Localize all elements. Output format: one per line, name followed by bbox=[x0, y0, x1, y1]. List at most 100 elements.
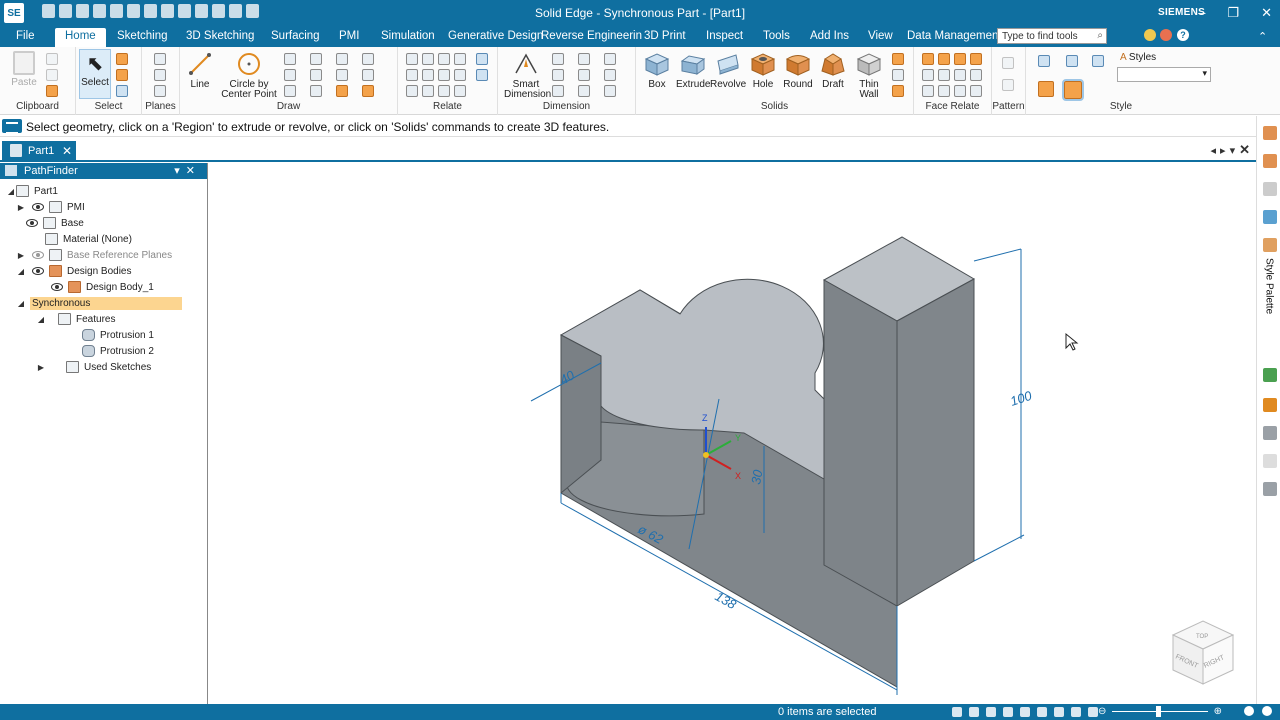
face-equal-radius-icon[interactable] bbox=[938, 85, 950, 97]
style-palette-icon[interactable] bbox=[1263, 238, 1277, 252]
ribbon-collapse-icon[interactable]: ⌃ bbox=[1258, 30, 1267, 43]
record-icon[interactable] bbox=[1244, 706, 1254, 716]
view-style-2-icon[interactable] bbox=[1066, 55, 1078, 67]
tangent-icon[interactable] bbox=[406, 69, 418, 81]
tab-tools[interactable]: Tools bbox=[763, 30, 790, 42]
tab-reverse-engineering[interactable]: Reverse Engineerin bbox=[541, 30, 642, 42]
face-offset-icon[interactable] bbox=[954, 69, 966, 81]
settings-gear-icon[interactable] bbox=[1263, 482, 1277, 496]
tab-generative-design[interactable]: Generative Design bbox=[448, 30, 543, 42]
dimension-height-label[interactable]: 100 bbox=[1008, 388, 1034, 409]
construction-icon[interactable] bbox=[362, 85, 374, 97]
tree-node-protrusion-2[interactable]: Protrusion 2 bbox=[82, 343, 154, 359]
pan-icon[interactable] bbox=[1003, 707, 1013, 717]
angular-coordinate-icon[interactable] bbox=[578, 69, 590, 81]
plane-offset-icon[interactable] bbox=[154, 69, 166, 81]
cut-icon[interactable] bbox=[46, 53, 58, 65]
key-icon[interactable] bbox=[1263, 398, 1277, 412]
tab-add-ins[interactable]: Add Ins bbox=[810, 30, 849, 42]
tab-3d-sketching[interactable]: 3D Sketching bbox=[186, 30, 254, 42]
face-parallel-icon[interactable] bbox=[922, 69, 934, 81]
ellipse-icon[interactable] bbox=[310, 69, 322, 81]
collinear-icon[interactable] bbox=[406, 85, 418, 97]
extrude-button[interactable]: Extrude bbox=[676, 51, 710, 90]
equal-icon[interactable] bbox=[422, 69, 434, 81]
expand-arrow-icon[interactable]: ▶ bbox=[16, 203, 26, 212]
tab-sketching[interactable]: Sketching bbox=[117, 30, 168, 42]
box-button[interactable]: Box bbox=[640, 51, 674, 90]
dimension-axis-icon[interactable] bbox=[604, 69, 616, 81]
document-tab-part1[interactable]: Part1 ✕ bbox=[2, 141, 76, 162]
select-body-icon[interactable] bbox=[116, 69, 128, 81]
feedback-sad-icon[interactable] bbox=[1160, 29, 1172, 41]
sections-icon[interactable] bbox=[1088, 707, 1098, 717]
probe-icon[interactable] bbox=[1263, 454, 1277, 468]
fit-icon[interactable] bbox=[986, 707, 996, 717]
visibility-eye-icon[interactable] bbox=[32, 203, 44, 211]
view-cube[interactable]: TOP FRONT RIGHT bbox=[1171, 620, 1235, 685]
plane-axis-icon[interactable] bbox=[154, 85, 166, 97]
style-palette-tab[interactable]: Style Palette bbox=[1257, 258, 1280, 318]
hole-button[interactable]: Hole bbox=[748, 51, 778, 90]
relationship-handles-icon[interactable] bbox=[454, 85, 466, 97]
layers-icon[interactable] bbox=[1263, 210, 1277, 224]
visibility-eye-icon[interactable] bbox=[26, 219, 38, 227]
rectangle-icon[interactable] bbox=[284, 53, 296, 65]
mirror-icon[interactable] bbox=[362, 69, 374, 81]
tab-surfacing[interactable]: Surfacing bbox=[271, 30, 320, 42]
curve-icon[interactable] bbox=[310, 53, 322, 65]
file-menu[interactable]: File bbox=[16, 30, 35, 42]
arc-icon[interactable] bbox=[284, 69, 296, 81]
model-canvas[interactable]: 138 100 30 ø 62 40 Z Y X TOP FRONT RIGHT bbox=[209, 163, 1256, 704]
add-body-icon[interactable] bbox=[892, 69, 904, 81]
style-dropdown[interactable]: ▾ bbox=[1117, 67, 1211, 82]
zoom-icon[interactable] bbox=[969, 707, 979, 717]
relate-toggle-icon[interactable] bbox=[476, 53, 488, 65]
zoom-area-icon[interactable] bbox=[952, 707, 962, 717]
close-document-icon[interactable]: ✕ bbox=[1239, 142, 1254, 157]
concentric-icon[interactable] bbox=[438, 53, 450, 65]
visibility-eye-icon[interactable] bbox=[32, 267, 44, 275]
search-icon[interactable]: ⌕ bbox=[1097, 30, 1103, 41]
tab-data-management[interactable]: Data Management bbox=[907, 30, 1002, 42]
rib-icon[interactable] bbox=[892, 53, 904, 65]
polygon-icon[interactable] bbox=[336, 53, 348, 65]
help-icon[interactable]: ? bbox=[1177, 29, 1189, 41]
face-rotate-icon[interactable] bbox=[922, 85, 934, 97]
tab-home[interactable]: Home bbox=[55, 28, 106, 47]
panel-close-icon[interactable]: ✕ bbox=[186, 165, 201, 177]
coordinate-dimension-icon[interactable] bbox=[552, 85, 564, 97]
symmetric-icon[interactable] bbox=[438, 69, 450, 81]
shaded-icon[interactable] bbox=[1038, 81, 1054, 97]
family-of-parts-icon[interactable] bbox=[1263, 154, 1277, 168]
view-style-3-icon[interactable] bbox=[1092, 55, 1104, 67]
visibility-eye-icon[interactable] bbox=[51, 283, 63, 291]
maintain-relationships-icon[interactable] bbox=[476, 69, 488, 81]
tree-node-pmi[interactable]: ▶ PMI bbox=[16, 199, 85, 215]
zoom-in-icon[interactable]: ⊕ bbox=[1214, 706, 1222, 717]
tab-simulation[interactable]: Simulation bbox=[381, 30, 435, 42]
draft-button[interactable]: Draft bbox=[818, 51, 848, 90]
perpendicular-icon[interactable] bbox=[438, 85, 450, 97]
feedback-happy-icon[interactable] bbox=[1144, 29, 1156, 41]
face-perpendicular-icon[interactable] bbox=[938, 69, 950, 81]
face-fixed-icon[interactable] bbox=[954, 85, 966, 97]
rectangular-pattern-icon[interactable] bbox=[1002, 57, 1014, 69]
symmetric-diameter-icon[interactable] bbox=[578, 53, 590, 65]
horizontal-vertical-icon[interactable] bbox=[422, 85, 434, 97]
tree-node-design-body-1[interactable]: Design Body_1 bbox=[51, 279, 154, 295]
zoom-slider[interactable]: ⊖ ⊕ bbox=[1098, 706, 1222, 718]
move-icon[interactable] bbox=[336, 69, 348, 81]
close-tab-icon[interactable]: ✕ bbox=[62, 144, 72, 158]
face-tangent-icon[interactable] bbox=[954, 53, 966, 65]
face-ground-icon[interactable] bbox=[970, 85, 982, 97]
paste-button[interactable]: Paste bbox=[8, 51, 40, 88]
rotate-icon[interactable] bbox=[1020, 707, 1030, 717]
tab-view[interactable]: View bbox=[868, 30, 893, 42]
collapse-arrow-icon[interactable]: ◢ bbox=[36, 315, 46, 324]
part-model[interactable] bbox=[559, 236, 976, 688]
tab-prev-icon[interactable]: ◂ bbox=[1211, 145, 1221, 157]
display-icon[interactable] bbox=[1071, 707, 1081, 717]
tree-node-material[interactable]: Material (None) bbox=[45, 231, 132, 247]
expand-arrow-icon[interactable]: ▶ bbox=[36, 363, 46, 372]
